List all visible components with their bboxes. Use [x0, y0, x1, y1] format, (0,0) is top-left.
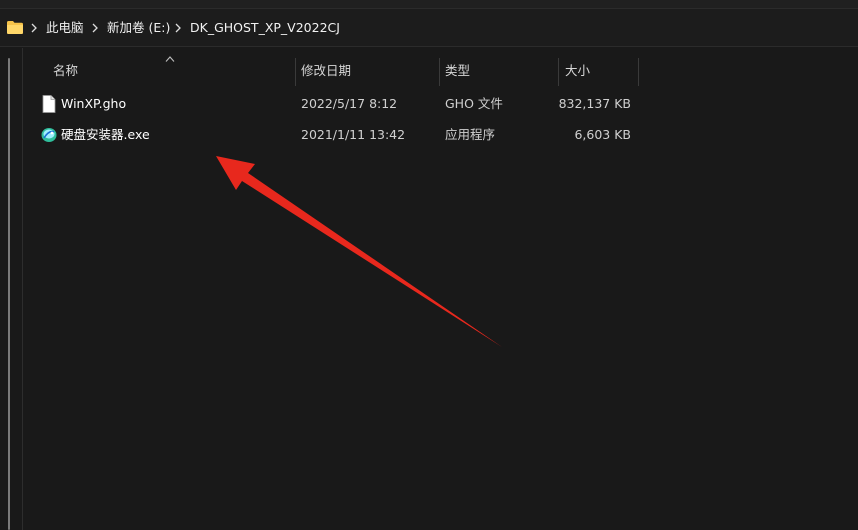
column-header-type[interactable]: 类型 [445, 56, 470, 86]
column-divider[interactable] [439, 58, 440, 86]
column-divider[interactable] [558, 58, 559, 86]
file-name[interactable]: 硬盘安装器.exe [61, 120, 150, 150]
breadcrumb-drive-e[interactable]: 新加卷 (E:) [107, 20, 170, 36]
column-header-modified[interactable]: 修改日期 [301, 56, 351, 86]
folder-icon [7, 21, 23, 34]
address-bar[interactable]: 此电脑 新加卷 (E:) DK_GHOST_XP_V2022CJ [0, 9, 858, 47]
breadcrumb-current-folder[interactable]: DK_GHOST_XP_V2022CJ [190, 20, 340, 36]
breadcrumb-this-pc[interactable]: 此电脑 [46, 20, 84, 36]
column-header-row: 名称 修改日期 类型 大小 [23, 56, 858, 86]
file-row[interactable]: 硬盘安装器.exe 2021/1/11 13:42 应用程序 6,603 KB [30, 120, 640, 150]
installer-app-icon [41, 128, 57, 142]
navigation-pane [0, 48, 22, 530]
file-name[interactable]: WinXP.gho [61, 89, 126, 119]
column-header-name[interactable]: 名称 [53, 56, 78, 86]
document-icon [42, 95, 56, 113]
file-size: 6,603 KB [574, 127, 631, 142]
file-explorer-window: 此电脑 新加卷 (E:) DK_GHOST_XP_V2022CJ 名称 修改日期… [0, 0, 858, 530]
file-type: 应用程序 [445, 127, 496, 142]
file-type: GHO 文件 [445, 96, 503, 111]
file-size: 832,137 KB [558, 96, 631, 111]
column-divider[interactable] [295, 58, 296, 86]
breadcrumb-chevron-icon [92, 23, 98, 33]
breadcrumb-chevron-icon [175, 23, 181, 33]
breadcrumb-chevron-icon [31, 23, 37, 33]
file-modified: 2021/1/11 13:42 [301, 127, 406, 142]
toolbar-strip [0, 0, 858, 8]
file-modified: 2022/5/17 8:12 [301, 96, 398, 111]
pane-divider[interactable] [22, 48, 23, 530]
navigation-pane-scrollbar[interactable] [8, 58, 10, 530]
column-header-size[interactable]: 大小 [565, 56, 590, 86]
file-row[interactable]: WinXP.gho 2022/5/17 8:12 GHO 文件 832,137 … [30, 89, 640, 119]
column-divider[interactable] [638, 58, 639, 86]
